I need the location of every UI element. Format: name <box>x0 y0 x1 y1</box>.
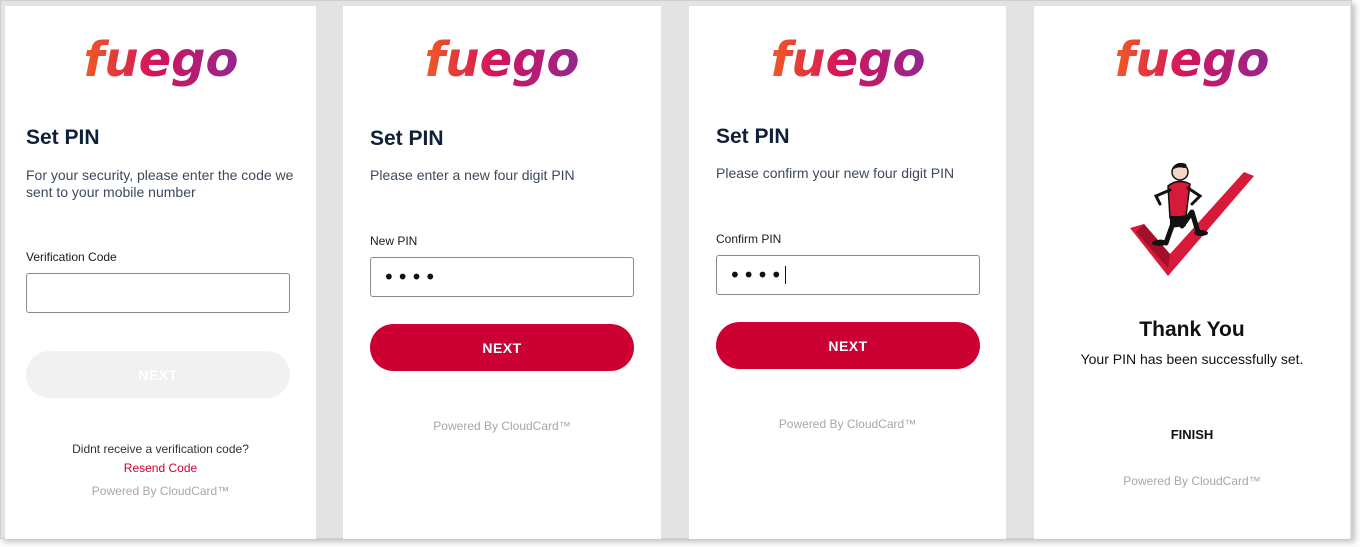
next-button[interactable]: NEXT <box>370 324 634 371</box>
new-pin-label: New PIN <box>370 234 418 248</box>
page-title: Set PIN <box>26 126 100 149</box>
confirm-pin-label: Confirm PIN <box>716 232 782 246</box>
resend-code-link[interactable]: Resend Code <box>5 461 316 475</box>
svg-text:fuego: fuego <box>1115 32 1270 88</box>
fuego-logo: fuego <box>689 24 1006 94</box>
fuego-logo: fuego <box>1034 24 1350 94</box>
svg-text:fuego: fuego <box>425 32 580 88</box>
new-pin-screen: fuego Set PIN Please enter a new four di… <box>343 6 661 539</box>
confirm-pin-value: •••• <box>729 263 785 287</box>
resend-prompt: Didnt receive a verification code? <box>72 442 249 456</box>
svg-text:fuego: fuego <box>83 32 238 88</box>
finish-button[interactable]: FINISH <box>1034 427 1350 442</box>
instruction-text: Please confirm your new four digit PIN <box>716 165 955 181</box>
screens-strip: fuego Set PIN For your security, please … <box>0 0 1352 539</box>
next-button[interactable]: NEXT <box>716 322 980 369</box>
success-screen: fuego Thank You Your PIN has been succes… <box>1034 6 1350 539</box>
confirm-pin-input[interactable]: •••• <box>716 255 980 295</box>
fuego-logo: fuego <box>343 24 661 94</box>
confirm-pin-screen: fuego Set PIN Please confirm your new fo… <box>689 6 1006 539</box>
page-title: Set PIN <box>716 125 790 148</box>
page-title: Set PIN <box>370 127 444 150</box>
svg-text:fuego: fuego <box>770 32 925 88</box>
powered-by-text: Powered By CloudCard™ <box>91 484 230 498</box>
powered-by-text: Powered By CloudCard™ <box>1123 474 1261 488</box>
thank-you-heading: Thank You <box>1139 318 1245 341</box>
success-message: Your PIN has been successfully set. <box>1080 351 1304 367</box>
instruction-text: Please enter a new four digit PIN <box>370 167 575 183</box>
next-button[interactable]: NEXT <box>26 351 290 398</box>
new-pin-input[interactable]: •••• <box>370 257 634 297</box>
text-cursor <box>785 266 787 284</box>
verification-code-input[interactable] <box>26 273 290 313</box>
powered-by-text: Powered By CloudCard™ <box>433 419 571 433</box>
verification-code-label: Verification Code <box>26 250 117 264</box>
person-on-checkmark-illustration <box>1130 162 1254 276</box>
verification-code-screen: fuego Set PIN For your security, please … <box>5 6 316 539</box>
powered-by-text: Powered By CloudCard™ <box>778 417 917 431</box>
fuego-logo: fuego <box>5 24 316 94</box>
instruction-text: For your security, please enter the code… <box>26 167 294 200</box>
